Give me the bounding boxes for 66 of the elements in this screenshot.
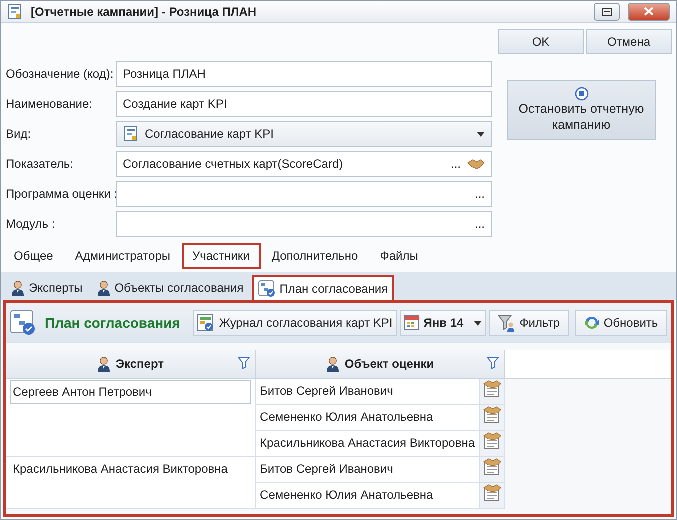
subtab[interactable]: Эксперты (5, 275, 89, 300)
calendar-icon (404, 315, 420, 331)
tab[interactable]: Администраторы (64, 243, 182, 269)
table-cell: Красильникова Анастасия Викторовна (256, 430, 480, 456)
close-button[interactable] (628, 2, 670, 20)
toolbar-button[interactable]: Янв 14 (400, 310, 486, 336)
field-label: Показатель: (5, 156, 74, 173)
ellipsis-button[interactable]: ... (450, 155, 461, 173)
person-icon (326, 356, 340, 372)
plan-icon (10, 310, 36, 336)
card-icon[interactable] (482, 482, 502, 502)
caret-icon (474, 320, 482, 326)
stop-campaign-button[interactable]: Остановить отчетную кампанию (507, 80, 656, 140)
journal-icon (197, 314, 216, 332)
card-icon[interactable] (482, 456, 502, 476)
subtab[interactable]: Объекты согласования (90, 275, 250, 300)
lookup-field[interactable]: Согласование счетных карт(ScoreCard) ... (116, 151, 492, 177)
toolbar-button[interactable]: Фильтр (488, 310, 569, 336)
close-icon (644, 7, 654, 16)
filter-icon (498, 314, 516, 332)
table-cell: Семененко Юлия Анатольевна (256, 404, 480, 430)
refresh-icon (584, 315, 600, 331)
tab[interactable]: Общее (3, 243, 64, 269)
card-icon[interactable] (482, 378, 502, 398)
text-field[interactable]: Создание карт KPI (116, 91, 492, 117)
lookup-field[interactable]: ... (116, 211, 492, 237)
ellipsis-button[interactable]: ... (474, 185, 485, 203)
tab[interactable]: Дополнительно (260, 243, 370, 269)
table-cell-text: Красильникова Анастасия Викторовна (12, 460, 229, 478)
field-label: Обозначение (код): (5, 66, 115, 83)
restore-icon (602, 8, 612, 16)
field-label: Наименование: (5, 96, 94, 113)
table-cell: Семененко Юлия Анатольевна (256, 482, 480, 508)
filter-icon[interactable] (238, 357, 250, 370)
text-field[interactable]: Розница ПЛАН (116, 61, 492, 87)
field-label: Вид: (5, 126, 32, 143)
person-icon (96, 280, 111, 296)
table-cell: Битов Сергей Иванович (256, 378, 480, 404)
table-cell: Сергеев Антон Петрович (10, 380, 252, 404)
column-header: Объект оценки (344, 356, 434, 373)
tab[interactable]: Файлы (369, 243, 430, 269)
ellipsis-button[interactable]: ... (474, 215, 485, 233)
stop-icon (574, 86, 588, 101)
tab[interactable]: Участники (182, 243, 261, 269)
plan-icon (258, 280, 276, 298)
caret-icon (477, 132, 485, 136)
toolbar-button[interactable]: Журнал согласования карт KPI (193, 310, 397, 336)
dialog-button[interactable]: Отмена (586, 29, 672, 54)
person-icon (97, 356, 111, 372)
window-title: [Отчетные кампании] - Розница ПЛАН (31, 4, 257, 20)
toolbar-button[interactable]: Обновить (575, 310, 667, 336)
card-icon[interactable] (482, 404, 502, 424)
list-icon (123, 126, 139, 142)
restore-button[interactable] (594, 2, 620, 20)
panel-title: План согласования (45, 314, 180, 332)
app-icon (7, 4, 23, 20)
field-label: Модуль : (5, 216, 56, 233)
combo-box[interactable]: Согласование карт KPI (116, 121, 492, 147)
filter-icon[interactable] (486, 357, 499, 370)
person-icon (11, 280, 25, 296)
subtab[interactable]: План согласования (252, 275, 394, 300)
dialog-button[interactable]: OK (498, 29, 584, 54)
table-cell: Битов Сергей Иванович (256, 456, 480, 482)
lookup-field[interactable]: ... (116, 181, 492, 207)
column-header: Эксперт (116, 356, 164, 373)
card-icon[interactable] (482, 430, 502, 450)
